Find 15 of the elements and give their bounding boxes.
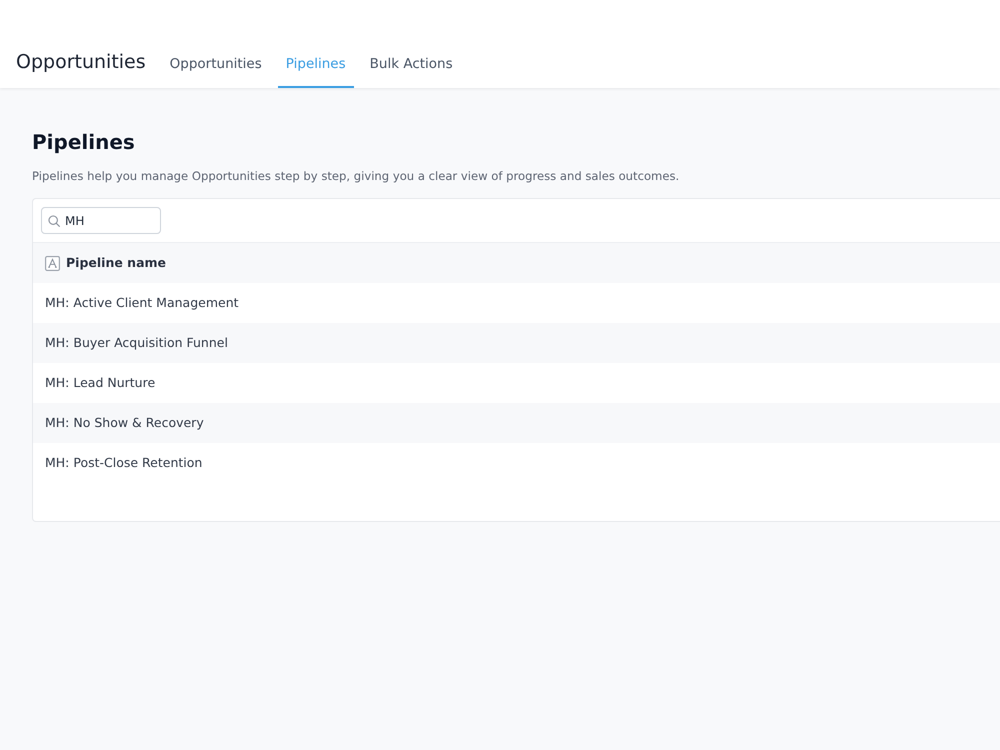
- column-header[interactable]: Pipeline name: [33, 243, 1000, 284]
- search-icon: [48, 215, 60, 228]
- column-label: Pipeline name: [66, 254, 166, 272]
- nav-tab[interactable]: Opportunities: [162, 56, 270, 88]
- pipeline-row[interactable]: MH: Active Client Management: [33, 283, 1000, 324]
- page-title: Pipelines: [32, 130, 136, 154]
- nav-tab[interactable]: Bulk Actions: [362, 56, 461, 88]
- pipeline-row[interactable]: MH: Buyer Acquisition Funnel: [33, 323, 1000, 364]
- search-field[interactable]: MH: [41, 207, 161, 234]
- pipeline-row[interactable]: MH: Lead Nurture: [33, 363, 1000, 404]
- page-header-title: Opportunities: [16, 53, 146, 75]
- page-description: Pipelines help you manage Opportunities step by step, giving you a clear view of progress and sales outcomes.: [32, 168, 680, 185]
- pipeline-row[interactable]: MH: No Show & Recovery: [33, 403, 1000, 444]
- text-field-icon: [45, 256, 60, 271]
- pipeline-row[interactable]: MH: Post-Close Retention: [33, 443, 1000, 484]
